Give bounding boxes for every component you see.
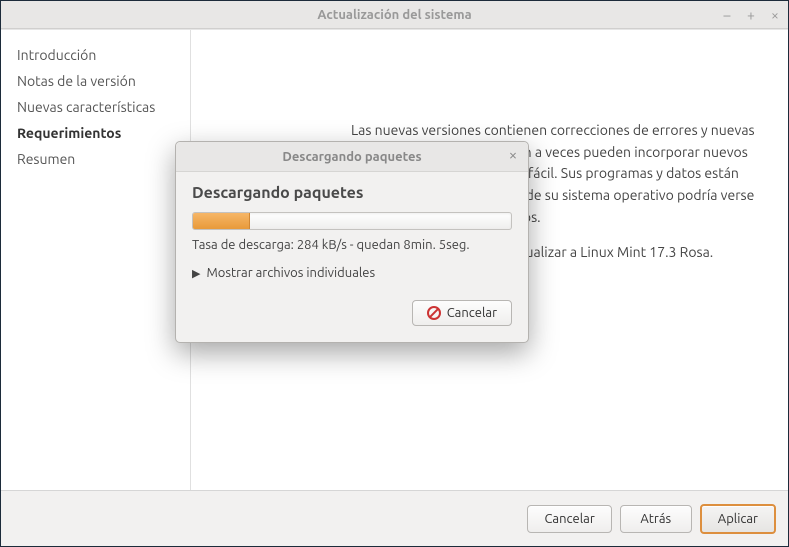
sidebar: Introducción Notas de la versión Nuevas … [1, 30, 191, 490]
window-controls: – + × [718, 1, 784, 29]
chevron-right-icon: ▶ [192, 267, 200, 280]
expander-label: Mostrar archivos individuales [206, 266, 375, 280]
back-button[interactable]: Atrás [620, 505, 692, 533]
dialog-close-button[interactable]: × [504, 146, 522, 164]
window-title: Actualización del sistema [1, 8, 788, 22]
cancel-button[interactable]: Cancelar [527, 505, 611, 533]
apply-button[interactable]: Aplicar [700, 504, 776, 534]
footer: Cancelar Atrás Aplicar [1, 490, 788, 546]
dialog-actions: Cancelar [192, 300, 512, 326]
show-files-expander[interactable]: ▶ Mostrar archivos individuales [192, 266, 512, 280]
progress-bar [192, 212, 512, 230]
sidebar-item-resumen[interactable]: Resumen [5, 146, 186, 172]
maximize-button[interactable]: + [742, 6, 760, 24]
dialog-cancel-button[interactable]: Cancelar [412, 300, 512, 326]
download-rate-text: Tasa de descarga: 284 kB/s - quedan 8min… [192, 238, 512, 252]
dialog-titlebar: Descargando paquetes × [176, 142, 528, 172]
sidebar-item-requerimientos[interactable]: Requerimientos [5, 120, 186, 146]
stop-icon [427, 306, 441, 320]
sidebar-item-nuevas[interactable]: Nuevas características [5, 94, 186, 120]
titlebar: Actualización del sistema – + × [1, 1, 788, 29]
dialog-body: Descargando paquetes Tasa de descarga: 2… [176, 172, 528, 342]
dialog-heading: Descargando paquetes [192, 184, 512, 202]
sidebar-item-notas[interactable]: Notas de la versión [5, 68, 186, 94]
main-window: Actualización del sistema – + × Introduc… [0, 0, 789, 547]
dialog-cancel-label: Cancelar [447, 306, 497, 320]
minimize-button[interactable]: – [718, 6, 736, 24]
sidebar-item-introduccion[interactable]: Introducción [5, 42, 186, 68]
download-dialog: Descargando paquetes × Descargando paque… [175, 141, 529, 343]
progress-fill [193, 213, 250, 229]
close-button[interactable]: × [766, 6, 784, 24]
dialog-title: Descargando paquetes [176, 150, 528, 164]
